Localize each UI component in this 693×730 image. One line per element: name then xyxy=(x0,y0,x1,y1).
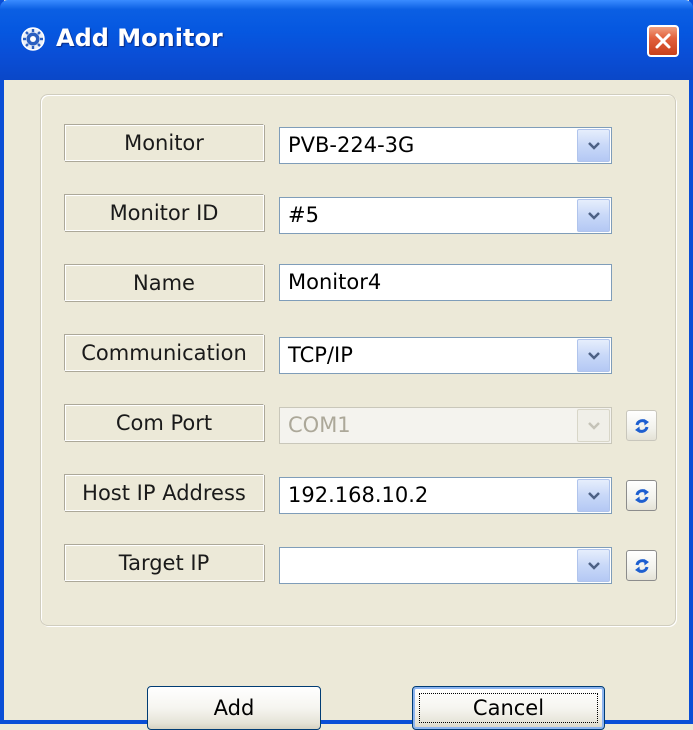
target-ip-label: Target IP xyxy=(64,544,264,581)
chevron-down-icon[interactable] xyxy=(577,339,610,372)
chevron-down-icon[interactable] xyxy=(577,129,610,162)
chevron-down-icon xyxy=(577,409,610,442)
name-input-value: Monitor4 xyxy=(288,270,382,294)
monitor-label: Monitor xyxy=(64,124,264,161)
focus-ring xyxy=(419,693,598,723)
monitor-id-select[interactable]: #5 xyxy=(279,197,612,234)
name-input[interactable]: Monitor4 xyxy=(279,264,612,301)
com-port-label: Com Port xyxy=(64,404,264,441)
communication-select[interactable]: TCP/IP xyxy=(279,337,612,374)
cancel-button[interactable]: Cancel xyxy=(412,686,605,730)
monitor-id-select-value: #5 xyxy=(288,203,319,227)
close-icon xyxy=(655,33,671,49)
close-button[interactable] xyxy=(647,25,679,57)
target-ip-select[interactable] xyxy=(279,547,612,584)
communication-label: Communication xyxy=(64,334,264,371)
window-title: Add Monitor xyxy=(56,24,223,52)
chevron-down-icon[interactable] xyxy=(577,479,610,512)
host-ip-select[interactable]: 192.168.10.2 xyxy=(279,477,612,514)
host-ip-refresh-button[interactable] xyxy=(626,480,657,511)
add-monitor-dialog: Add Monitor Monitor PVB-224-3G Monitor I… xyxy=(0,0,693,730)
refresh-icon xyxy=(634,558,649,573)
chevron-down-icon[interactable] xyxy=(577,199,610,232)
name-label: Name xyxy=(64,264,264,301)
gear-icon xyxy=(21,27,45,51)
target-ip-refresh-button[interactable] xyxy=(626,550,657,581)
com-port-select-value: COM1 xyxy=(288,413,351,437)
com-port-refresh-button[interactable] xyxy=(626,410,657,441)
communication-select-value: TCP/IP xyxy=(288,343,353,367)
monitor-id-label: Monitor ID xyxy=(64,194,264,231)
chevron-down-icon[interactable] xyxy=(577,549,610,582)
add-button[interactable]: Add xyxy=(147,686,321,730)
host-ip-label: Host IP Address xyxy=(64,474,264,511)
refresh-icon xyxy=(634,418,649,433)
com-port-select: COM1 xyxy=(279,407,612,444)
title-bar[interactable]: Add Monitor xyxy=(0,0,693,80)
host-ip-select-value: 192.168.10.2 xyxy=(288,483,429,507)
refresh-icon xyxy=(634,488,649,503)
monitor-select[interactable]: PVB-224-3G xyxy=(279,127,612,164)
monitor-select-value: PVB-224-3G xyxy=(288,133,415,157)
